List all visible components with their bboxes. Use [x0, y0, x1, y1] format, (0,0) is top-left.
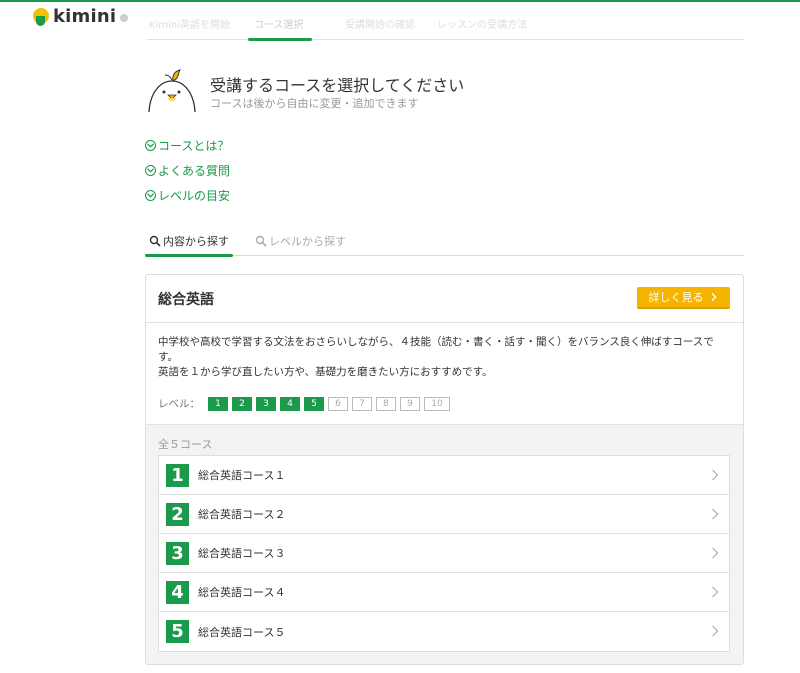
level-badge: 3	[256, 396, 276, 411]
level-badge: 4	[280, 396, 300, 411]
progress-steps: Kimini英語を開始 コース選択 受講開始の確認 レッスンの受講方法	[147, 10, 744, 41]
course-name: 総合英語コース２	[198, 508, 286, 521]
chick-mascot-icon	[148, 69, 196, 112]
course-item-3[interactable]: 3 総合英語コース３	[159, 534, 729, 573]
course-number-badge: 4	[166, 580, 189, 604]
level-badge: 6	[328, 396, 348, 411]
course-list: 1 総合英語コース１ 2 総合英語コース２ 3 総合英語コース３ 4 総合英語コ…	[158, 455, 730, 652]
top-accent-line	[0, 0, 800, 2]
tab-search-by-level[interactable]: レベルから探す	[255, 233, 346, 249]
course-count: 全５コース	[158, 438, 213, 451]
course-number-badge: 1	[166, 463, 189, 487]
description-line-1: 中学校や高校で学習する文法をおさらいしながら、４技能（読む・書く・話す・聞く）を…	[158, 336, 714, 363]
status-dot-icon	[120, 14, 128, 22]
course-item-1[interactable]: 1 総合英語コース１	[159, 456, 729, 495]
tab-search-by-content[interactable]: 内容から探す	[149, 233, 229, 249]
course-group-header: 総合英語 詳しく見る	[146, 275, 743, 323]
course-name: 総合英語コース１	[198, 469, 286, 482]
course-number-badge: 3	[166, 541, 189, 565]
page-subtitle: コースは後から自由に変更・追加できます	[210, 97, 419, 110]
step-2: コース選択	[254, 20, 304, 31]
chevron-right-icon	[712, 586, 719, 598]
faq-link-label: レベルの目安	[158, 189, 231, 203]
current-step-indicator	[248, 38, 312, 41]
chevron-right-icon	[712, 547, 719, 559]
chevron-right-icon	[712, 508, 719, 520]
kimini-logo[interactable]: kimini	[33, 6, 116, 27]
chevron-right-icon	[712, 625, 719, 637]
course-group-card: 総合英語 詳しく見る 中学校や高校で学習する文法をおさらいしながら、４技能（読む…	[145, 274, 744, 665]
chevron-circle-down-icon	[145, 140, 156, 151]
course-name: 総合英語コース４	[198, 586, 286, 599]
search-tabs: 内容から探す レベルから探す	[145, 226, 744, 257]
level-badge: 9	[400, 396, 420, 411]
level-badge: 10	[424, 396, 450, 411]
page-title: 受講するコースを選択してください	[210, 76, 465, 95]
active-tab-indicator	[145, 254, 233, 257]
chevron-circle-down-icon	[145, 190, 156, 201]
step-1: Kimini英語を開始	[149, 20, 230, 31]
description-line-2: 英語を１から学び直したい方や、基礎力を磨きたい方におすすめです。	[158, 366, 493, 378]
course-group-description: 中学校や高校で学習する文法をおさらいしながら、４技能（読む・書く・話す・聞く）を…	[146, 323, 743, 425]
chevron-circle-down-icon	[145, 165, 156, 176]
logo-text: kimini	[53, 6, 117, 27]
tab-label: レベルから探す	[269, 235, 346, 248]
level-badge: 7	[352, 396, 372, 411]
logo-icon	[33, 7, 49, 27]
level-badge: 2	[232, 396, 252, 411]
faq-link-what-is-course[interactable]: コースとは？	[145, 137, 229, 154]
level-badge: 8	[376, 396, 396, 411]
step-3: 受講開始の確認	[345, 20, 415, 31]
course-group-title: 総合英語	[158, 292, 214, 308]
chevron-right-icon	[712, 469, 719, 481]
course-item-2[interactable]: 2 総合英語コース２	[159, 495, 729, 534]
tab-label: 内容から探す	[163, 235, 229, 248]
level-badge: 1	[208, 396, 228, 411]
level-indicator: レベル： 1 2 3 4 5 6 7 8 9 10	[158, 396, 454, 411]
level-label: レベル：	[158, 398, 200, 410]
faq-link-label: よくある質問	[158, 164, 231, 178]
course-name: 総合英語コース３	[198, 547, 286, 560]
course-number-badge: 5	[166, 620, 189, 643]
search-icon	[149, 235, 161, 247]
faq-link-level-guide[interactable]: レベルの目安	[145, 187, 230, 204]
faq-link-frequent-questions[interactable]: よくある質問	[145, 162, 230, 179]
step-4: レッスンの受講方法	[437, 20, 527, 31]
course-item-5[interactable]: 5 総合英語コース５	[159, 612, 729, 651]
details-button-label: 詳しく見る	[648, 291, 704, 304]
chevron-right-icon	[711, 293, 716, 301]
faq-link-label: コースとは？	[158, 139, 230, 153]
course-name: 総合英語コース５	[198, 625, 286, 639]
search-icon	[255, 235, 267, 247]
course-number-badge: 2	[166, 502, 189, 526]
level-badge: 5	[304, 396, 324, 411]
details-button[interactable]: 詳しく見る	[637, 287, 730, 309]
course-item-4[interactable]: 4 総合英語コース４	[159, 573, 729, 612]
